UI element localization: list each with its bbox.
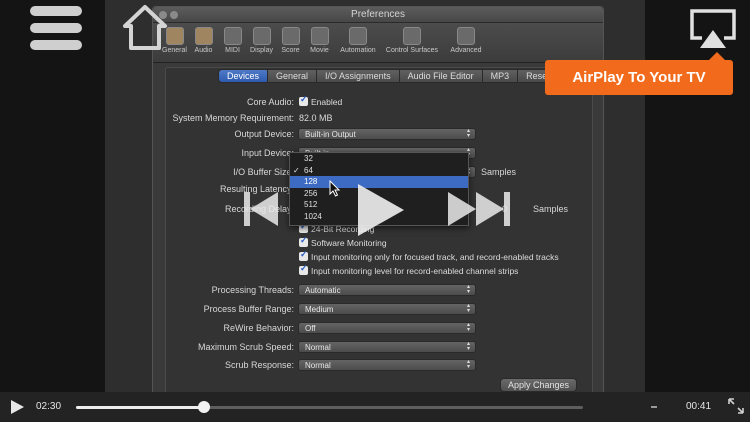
tab-audio-file-editor[interactable]: Audio File Editor <box>398 69 483 83</box>
apply-changes-button[interactable]: Apply Changes <box>500 378 577 392</box>
rewire-label: ReWire Behavior: <box>223 323 294 333</box>
next-track-icon[interactable] <box>448 192 510 226</box>
window-titlebar: Preferences <box>153 7 603 23</box>
tab-devices[interactable]: Devices <box>218 69 269 83</box>
toolbar-control-surfaces[interactable]: Control Surfaces <box>383 23 441 62</box>
memory-label: System Memory Requirement: <box>172 113 294 123</box>
toolbar-display[interactable]: Display <box>248 23 275 62</box>
processing-threads-label: Processing Threads: <box>211 285 294 295</box>
core-audio-value: Enabled <box>311 97 343 107</box>
output-device-label: Output Device: <box>234 129 294 139</box>
progress-track[interactable] <box>76 406 583 409</box>
general-icon <box>165 27 184 45</box>
progress-fill <box>76 406 205 409</box>
toolbar-audio[interactable]: Audio <box>190 23 217 62</box>
scrub-speed-label: Maximum Scrub Speed: <box>197 342 294 352</box>
time-remaining: 00:41 <box>686 401 712 412</box>
toolbar-midi[interactable]: MIDI <box>219 23 246 62</box>
preferences-tabs: Devices General I/O Assignments Audio Fi… <box>218 69 559 83</box>
toolbar-label: Advanced <box>450 47 482 54</box>
core-audio-checkbox[interactable] <box>299 94 308 106</box>
video-player: Preferences General Audio MIDI Display S… <box>0 0 750 422</box>
buffer-range-label: Process Buffer Range: <box>203 304 294 314</box>
gear-icon <box>457 27 475 45</box>
checkbox-input-monitoring-focused-label: Input monitoring only for focused track,… <box>311 252 559 262</box>
checkbox-input-monitoring-focused[interactable] <box>299 249 308 261</box>
menu-icon[interactable] <box>30 6 82 50</box>
scrub-response-label: Scrub Response: <box>224 360 294 370</box>
audio-icon <box>194 27 213 45</box>
toolbar-label: Audio <box>194 47 213 54</box>
buffer-option-32[interactable]: 32 <box>290 153 468 165</box>
window-title: Preferences <box>351 9 405 20</box>
previous-track-icon[interactable] <box>244 192 278 226</box>
video-letterbox-right <box>645 0 750 392</box>
toolbar-automation[interactable]: Automation <box>335 23 381 62</box>
airplay-callout: AirPlay To Your TV <box>545 52 733 95</box>
volume-indicator <box>651 406 657 408</box>
output-device-popup[interactable]: Built-in Output <box>298 128 476 140</box>
toolbar-label: Display <box>250 47 273 54</box>
toolbar-label: Movie <box>310 47 329 54</box>
control-surfaces-icon <box>403 27 421 45</box>
rewire-popup[interactable]: Off <box>298 322 476 334</box>
preferences-toolbar: General Audio MIDI Display Score Movie A… <box>153 23 603 63</box>
midi-icon <box>223 27 242 45</box>
airplay-icon[interactable] <box>688 8 738 50</box>
score-icon <box>281 27 300 45</box>
checkbox-input-monitoring-level[interactable] <box>299 263 308 275</box>
fullscreen-icon[interactable] <box>728 398 744 414</box>
scrub-speed-popup[interactable]: Normal <box>298 341 476 353</box>
playback-controls <box>244 184 510 236</box>
recording-delay-samples-label: Samples <box>533 204 569 214</box>
io-buffer-label: I/O Buffer Size: <box>233 167 294 177</box>
automation-icon <box>349 27 367 45</box>
memory-value: 82.0 MB <box>299 113 333 123</box>
display-icon <box>252 27 271 45</box>
tab-io-assignments[interactable]: I/O Assignments <box>316 69 400 83</box>
movie-icon <box>310 27 329 45</box>
toolbar-label: Control Surfaces <box>385 47 439 54</box>
time-elapsed: 02:30 <box>36 401 62 412</box>
toolbar-movie[interactable]: Movie <box>306 23 333 62</box>
checkbox-input-monitoring-level-label: Input monitoring level for record-enable… <box>311 266 519 276</box>
buffer-range-popup[interactable]: Medium <box>298 303 476 315</box>
processing-threads-popup[interactable]: Automatic <box>298 284 476 296</box>
toolbar-score[interactable]: Score <box>277 23 304 62</box>
play-button[interactable] <box>9 399 25 415</box>
input-device-label: Input Device: <box>241 148 294 158</box>
buffer-option-64[interactable]: 64 <box>290 165 468 177</box>
toolbar-label: MIDI <box>225 47 240 54</box>
toolbar-advanced[interactable]: Advanced <box>443 23 489 62</box>
io-buffer-samples-label: Samples <box>481 167 517 177</box>
home-icon[interactable] <box>122 4 168 50</box>
core-audio-label: Core Audio: <box>246 97 294 107</box>
tab-mp3[interactable]: MP3 <box>481 69 519 83</box>
tab-general[interactable]: General <box>267 69 318 83</box>
video-letterbox-left <box>0 0 105 392</box>
toolbar-label: Score <box>281 47 300 54</box>
toolbar-label: Automation <box>340 47 376 54</box>
scrub-response-popup[interactable]: Normal <box>298 359 476 371</box>
play-icon[interactable] <box>358 184 404 236</box>
